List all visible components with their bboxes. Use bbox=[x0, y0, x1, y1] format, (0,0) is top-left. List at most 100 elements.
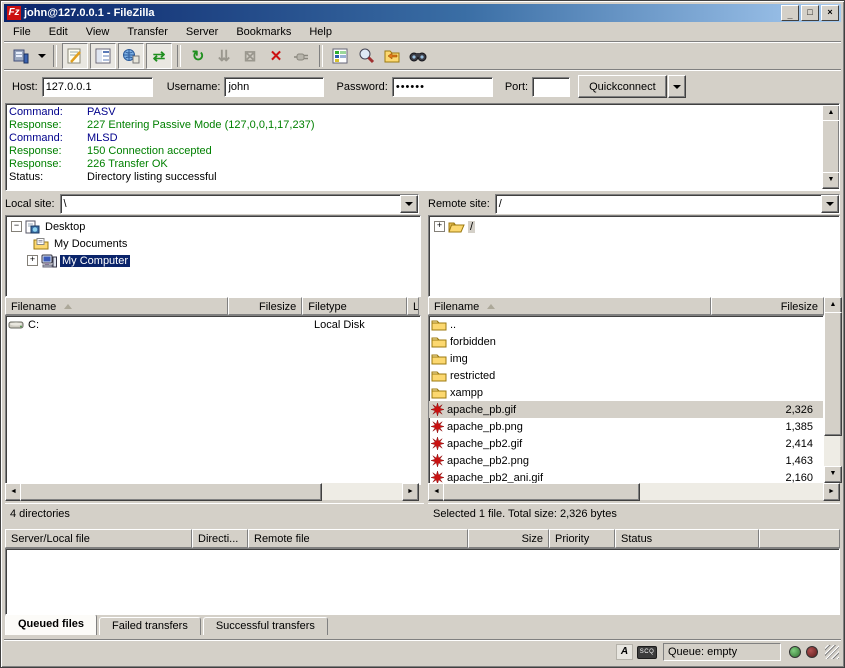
host-input[interactable] bbox=[42, 77, 153, 97]
combo-dropdown-button[interactable] bbox=[400, 195, 418, 213]
compare-icon bbox=[357, 47, 375, 65]
scroll-thumb[interactable] bbox=[20, 483, 322, 501]
disconnect-icon: ✕ bbox=[270, 47, 283, 65]
column-header-remote-file[interactable]: Remote file bbox=[248, 529, 468, 548]
remote-status-text: Selected 1 file. Total size: 2,326 bytes bbox=[428, 503, 840, 524]
compare-button[interactable] bbox=[354, 44, 378, 68]
menu-server[interactable]: Server bbox=[177, 23, 227, 41]
resize-grip[interactable] bbox=[825, 645, 839, 659]
file-row[interactable]: apache_pb2.png 1,463 bbox=[429, 452, 823, 469]
file-row-c-drive[interactable]: C: Local Disk bbox=[6, 316, 420, 333]
column-header-filesize[interactable]: Filesize bbox=[228, 297, 302, 315]
column-header-filesize[interactable]: Filesize bbox=[711, 297, 824, 315]
maximize-button[interactable]: □ bbox=[801, 5, 819, 21]
filetype-cell: Local Disk bbox=[309, 319, 420, 331]
log-vertical-scrollbar[interactable]: ▲ ▼ bbox=[822, 105, 838, 189]
tree-item-my-documents[interactable]: My Documents bbox=[6, 235, 420, 252]
password-input[interactable] bbox=[392, 77, 493, 97]
site-manager-button[interactable] bbox=[9, 44, 33, 68]
minimize-button[interactable]: _ bbox=[781, 5, 799, 21]
refresh-button[interactable]: ↻ bbox=[186, 44, 210, 68]
disconnect-button[interactable]: ✕ bbox=[264, 44, 288, 68]
column-header-status[interactable]: Status bbox=[615, 529, 759, 548]
tree-item-my-computer[interactable]: + My Computer bbox=[6, 252, 420, 269]
remote-file-list[interactable]: .. forbidden img restricted xampp apache… bbox=[428, 315, 824, 485]
toggle-remote-tree-button[interactable] bbox=[118, 43, 144, 69]
menu-transfer[interactable]: Transfer bbox=[118, 23, 177, 41]
reconnect-button[interactable] bbox=[290, 44, 314, 68]
scroll-down-button[interactable]: ▼ bbox=[824, 466, 842, 483]
chevron-down-icon bbox=[826, 202, 834, 206]
combo-dropdown-button[interactable] bbox=[821, 195, 839, 213]
port-input[interactable] bbox=[532, 77, 570, 97]
local-site-combo[interactable]: \ bbox=[60, 194, 419, 214]
my-documents-icon bbox=[33, 237, 49, 250]
ascii-transfer-type-icon[interactable]: A bbox=[616, 644, 633, 660]
local-tree[interactable]: − Desktop My Documents + My Computer bbox=[5, 215, 421, 297]
title-bar[interactable]: Fz john@127.0.0.1 - FileZilla _ □ × bbox=[4, 4, 841, 22]
column-header-filetype[interactable]: Filetype bbox=[302, 297, 407, 315]
close-button[interactable]: × bbox=[821, 5, 839, 21]
folder-icon bbox=[431, 352, 447, 365]
toggle-local-tree-button[interactable] bbox=[90, 43, 116, 69]
filter-icon bbox=[331, 47, 349, 65]
file-row[interactable]: img bbox=[429, 350, 823, 367]
menu-help[interactable]: Help bbox=[300, 23, 341, 41]
site-manager-dropdown-button[interactable] bbox=[35, 44, 48, 68]
quickconnect-button[interactable]: Quickconnect bbox=[578, 75, 667, 98]
remote-site-combo[interactable]: / bbox=[495, 194, 840, 214]
column-header-size[interactable]: Size bbox=[468, 529, 549, 548]
filter-button[interactable] bbox=[328, 44, 352, 68]
scroll-right-button[interactable]: ► bbox=[402, 483, 419, 501]
expand-icon[interactable]: + bbox=[434, 221, 445, 232]
scroll-thumb[interactable] bbox=[822, 120, 840, 174]
username-input[interactable] bbox=[224, 77, 324, 97]
tree-item-desktop[interactable]: − Desktop bbox=[6, 218, 420, 235]
find-button[interactable] bbox=[406, 44, 430, 68]
scroll-right-button[interactable]: ► bbox=[823, 483, 840, 501]
file-row[interactable]: forbidden bbox=[429, 333, 823, 350]
scroll-thumb[interactable] bbox=[824, 312, 842, 436]
remote-vertical-scrollbar[interactable]: ▲ ▼ bbox=[824, 297, 840, 483]
column-header-filename[interactable]: Filename bbox=[5, 297, 228, 315]
tab-queued-files[interactable]: Queued files bbox=[5, 614, 97, 635]
column-header-server-local-file[interactable]: Server/Local file bbox=[5, 529, 192, 548]
speedlimit-icon[interactable]: SCQ bbox=[637, 646, 657, 659]
column-header-filename[interactable]: Filename bbox=[428, 297, 711, 315]
file-row-selected[interactable]: apache_pb.gif 2,326 bbox=[429, 401, 823, 418]
tree-item-root[interactable]: + / bbox=[429, 218, 839, 235]
toggle-log-button[interactable] bbox=[62, 43, 88, 69]
column-header-direction[interactable]: Directi... bbox=[192, 529, 248, 548]
menu-view[interactable]: View bbox=[77, 23, 119, 41]
column-header-priority[interactable]: Priority bbox=[549, 529, 615, 548]
local-file-list[interactable]: C: Local Disk bbox=[5, 315, 421, 485]
menu-edit[interactable]: Edit bbox=[40, 23, 77, 41]
column-header-lastmodified[interactable]: L bbox=[407, 297, 419, 315]
remote-tree[interactable]: + / bbox=[428, 215, 840, 297]
quickconnect-dropdown-button[interactable] bbox=[668, 75, 686, 98]
sync-browsing-button[interactable] bbox=[380, 44, 404, 68]
collapse-icon[interactable]: − bbox=[11, 221, 22, 232]
send-indicator-icon bbox=[806, 646, 818, 658]
file-row[interactable]: apache_pb2.gif 2,414 bbox=[429, 435, 823, 452]
cancel-button[interactable]: ⊠ bbox=[238, 44, 262, 68]
file-row[interactable]: restricted bbox=[429, 367, 823, 384]
local-horizontal-scrollbar[interactable]: ◄ ► bbox=[5, 483, 419, 500]
scroll-thumb[interactable] bbox=[443, 483, 640, 501]
tab-failed-transfers[interactable]: Failed transfers bbox=[99, 617, 201, 635]
menu-file[interactable]: File bbox=[4, 23, 40, 41]
file-row[interactable]: .. bbox=[429, 316, 823, 333]
tab-successful-transfers[interactable]: Successful transfers bbox=[203, 617, 328, 635]
file-row[interactable]: xampp bbox=[429, 384, 823, 401]
menu-bookmarks[interactable]: Bookmarks bbox=[227, 23, 300, 41]
scroll-down-button[interactable]: ▼ bbox=[822, 172, 840, 189]
message-log[interactable]: Command:PASV Response:227 Entering Passi… bbox=[5, 103, 840, 191]
process-queue-button[interactable]: ⇊ bbox=[212, 44, 236, 68]
toggle-queue-button[interactable]: ⇄ bbox=[146, 43, 172, 69]
queue-list[interactable] bbox=[5, 548, 840, 615]
remote-horizontal-scrollbar[interactable]: ◄ ► bbox=[428, 483, 840, 500]
image-file-icon bbox=[431, 437, 444, 450]
file-row[interactable]: apache_pb.png 1,385 bbox=[429, 418, 823, 435]
expand-icon[interactable]: + bbox=[27, 255, 38, 266]
host-label: Host: bbox=[12, 81, 38, 93]
